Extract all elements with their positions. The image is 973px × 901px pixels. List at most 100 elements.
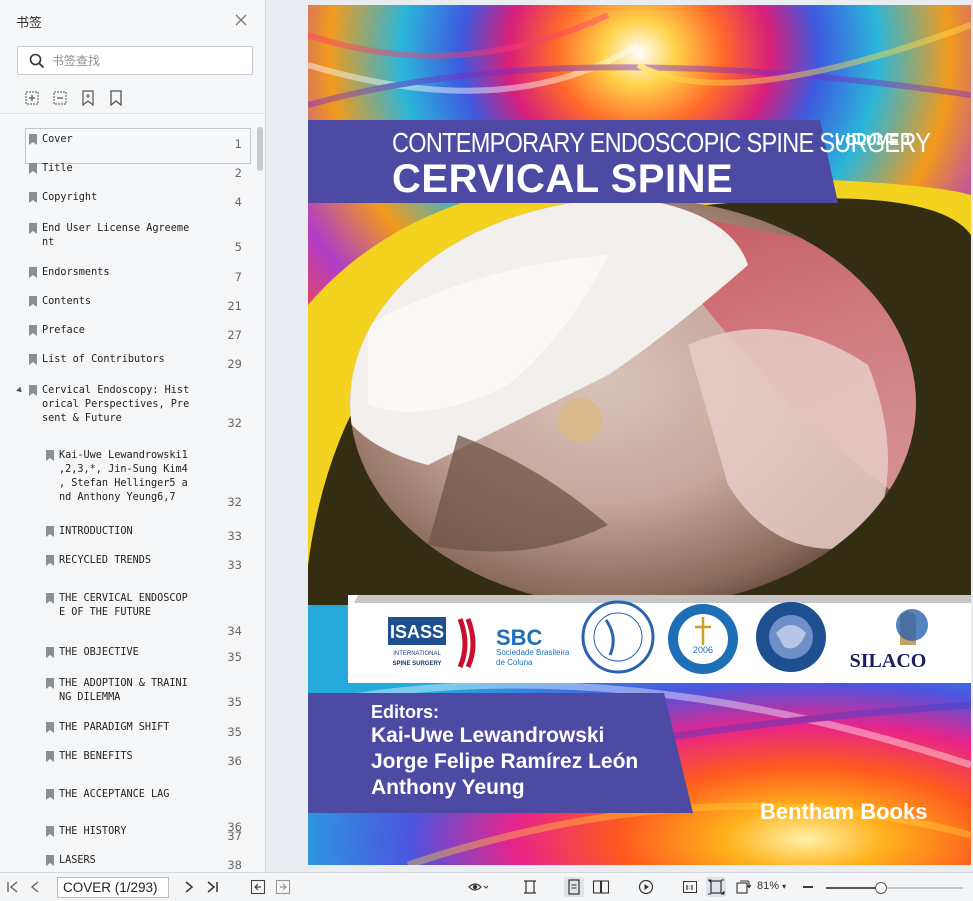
bookmark-icon[interactable] <box>107 89 125 107</box>
go-forward-icon[interactable] <box>275 879 291 895</box>
bookmark-page-number: 33 <box>227 558 242 572</box>
status-bar: COVER (1/293) 81% ▾ <box>0 872 973 901</box>
bookmark-page-number: 7 <box>234 270 242 284</box>
first-page-icon[interactable] <box>5 879 21 895</box>
bookmark-label: LASERS <box>59 855 96 866</box>
bookmark-flag-icon <box>29 134 37 145</box>
bookmark-page-number: 29 <box>227 357 242 371</box>
bookmark-search <box>17 46 253 75</box>
bookmark-page-number: 38 <box>227 858 242 872</box>
collapse-arrow-icon[interactable] <box>16 386 24 395</box>
bookmark-page-number: 34 <box>227 624 242 638</box>
bookmark-flag-icon <box>29 223 37 234</box>
go-back-icon[interactable] <box>250 879 266 895</box>
bookmark-label: End User License Agreeme nt <box>42 223 190 248</box>
zoom-slider-fill <box>826 887 881 889</box>
expand-all-icon[interactable] <box>23 89 41 107</box>
collapse-all-icon[interactable] <box>51 89 69 107</box>
bookmark-flag-icon <box>46 826 54 837</box>
bookmark-page-number: 35 <box>227 725 242 739</box>
bookmark-flag-icon <box>46 593 54 604</box>
single-page-button[interactable] <box>564 877 584 897</box>
cover-volume: VOLUME 1 <box>835 132 912 149</box>
divider <box>0 113 265 114</box>
bookmark-flag-icon <box>29 267 37 278</box>
bookmark-page-number: 27 <box>227 328 242 342</box>
bookmark-label: Kai-Uwe Lewandrowski1 ,2,3,*, Jin-Sung K… <box>59 450 188 503</box>
rotate-icon[interactable] <box>735 879 751 895</box>
view-mode-eye-icon[interactable] <box>467 879 489 895</box>
isass-subtext: INTERNATIONAL <box>393 651 441 657</box>
bookmark-label: THE BENEFITS <box>59 751 133 762</box>
sbc-subtext-1: Sociedade Brasileira <box>496 648 570 657</box>
editor-name: Jorge Felipe Ramírez León <box>371 750 639 773</box>
bookmark-page-number: 1 <box>234 137 242 151</box>
zoom-out-icon[interactable] <box>800 879 816 895</box>
fit-page-icon[interactable] <box>522 879 538 895</box>
bookmark-flag-icon <box>29 192 37 203</box>
bookmark-flag-icon <box>46 722 54 733</box>
bookmark-label: THE CERVICAL ENDOSCOP E OF THE FUTURE <box>59 593 188 618</box>
zoom-slider-handle[interactable] <box>874 882 887 894</box>
silaco-logo-text: SILACO <box>850 650 927 672</box>
publisher-name: Bentham Books <box>760 799 928 824</box>
bookmark-flag-icon <box>46 555 54 566</box>
bookmark-flag-icon <box>29 325 37 336</box>
cover-page: ISASS INTERNATIONAL SPINE SURGERY SBC So… <box>308 5 971 865</box>
bookmark-flag-icon <box>46 526 54 537</box>
bookmark-flag-icon <box>46 647 54 658</box>
bookmark-label: Copyright <box>42 192 98 203</box>
close-icon[interactable] <box>233 12 249 28</box>
last-page-icon[interactable] <box>204 879 220 895</box>
zoom-level-dropdown[interactable]: 81% ▾ <box>757 880 786 892</box>
zoom-slider[interactable] <box>826 887 963 889</box>
bookmark-label: THE OBJECTIVE <box>59 647 139 658</box>
bookmark-panel-title: 书签 <box>16 16 43 31</box>
play-slideshow-icon[interactable] <box>638 879 654 895</box>
bookmark-label: THE ADOPTION & TRAINI NG DILEMMA <box>59 678 188 703</box>
editor-name: Kai-Uwe Lewandrowski <box>371 724 605 747</box>
bookmark-flag-icon <box>29 354 37 365</box>
bookmark-page-number: 2 <box>234 166 242 180</box>
isass-logo-text: ISASS <box>390 622 444 642</box>
chevron-down-icon: ▾ <box>782 882 787 891</box>
single-page-icon <box>568 879 580 895</box>
bookmark-page-number: 35 <box>227 650 242 664</box>
page-number-field[interactable]: COVER (1/293) <box>57 877 169 898</box>
bookmark-flag-icon <box>46 789 54 800</box>
bookmark-flag-icon <box>29 385 37 396</box>
bookmark-label: THE HISTORY <box>59 826 127 837</box>
bookmark-page-number: 32 <box>227 495 242 509</box>
bookmark-page-number: 35 <box>227 695 242 709</box>
bookmark-label: RECYCLED TRENDS <box>59 555 152 566</box>
editors-label: Editors: <box>371 702 440 722</box>
two-page-icon[interactable] <box>592 879 610 895</box>
actual-size-icon[interactable] <box>682 879 698 895</box>
bookmark-label: Title <box>42 163 73 174</box>
bookmark-label: INTRODUCTION <box>59 526 133 537</box>
fit-width-button[interactable] <box>706 877 726 897</box>
isass-subtext-2: SPINE SURGERY <box>392 661 441 667</box>
bookmark-flag-icon <box>46 450 54 461</box>
bookmark-flag-icon <box>29 163 37 174</box>
search-icon <box>29 53 45 69</box>
bookmark-page-number: 36 <box>227 754 242 768</box>
bookmark-flag-icon <box>46 678 54 689</box>
bookmark-page-number: 37 <box>227 829 242 843</box>
document-view[interactable]: ISASS INTERNATIONAL SPINE SURGERY SBC So… <box>266 0 973 872</box>
bookmark-page-number: 21 <box>227 299 242 313</box>
bookmark-label: Contents <box>42 296 92 307</box>
editor-name: Anthony Yeung <box>371 776 525 799</box>
scrollbar-thumb[interactable] <box>257 127 263 171</box>
add-bookmark-icon[interactable] <box>79 89 97 107</box>
next-page-icon[interactable] <box>181 879 197 895</box>
previous-page-icon[interactable] <box>27 879 43 895</box>
bookmark-page-number: 33 <box>227 529 242 543</box>
cover-main-title: CERVICAL SPINE <box>392 157 734 201</box>
bookmark-search-input[interactable] <box>52 51 242 71</box>
bookmark-scrollbar[interactable] <box>256 120 265 872</box>
bookmark-page-number: 32 <box>227 416 242 430</box>
fit-width-icon <box>708 879 725 895</box>
bookmark-page-number: 4 <box>234 195 242 209</box>
seccmi-logo-number: 2006 <box>693 645 713 655</box>
